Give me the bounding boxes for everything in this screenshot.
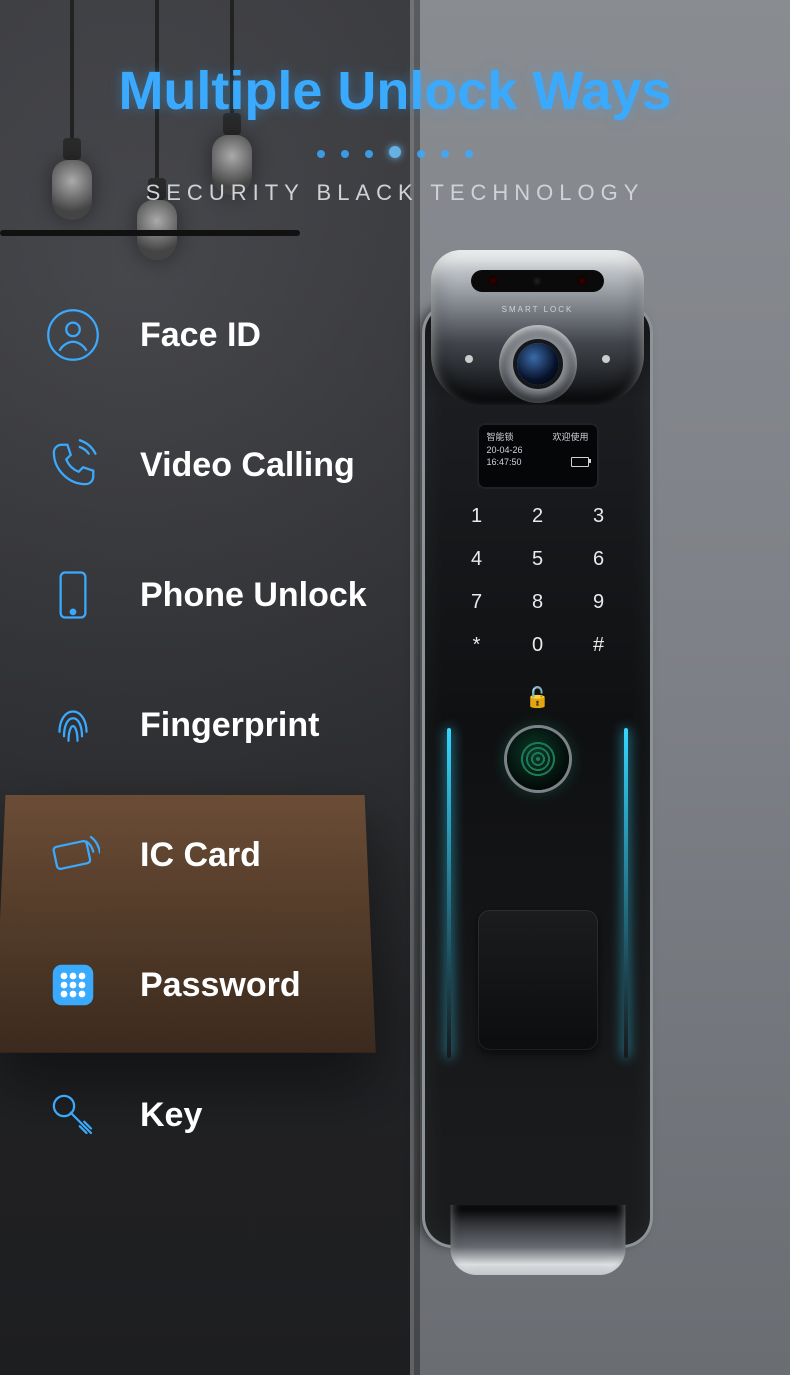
keypad-key[interactable]: 0: [521, 634, 554, 657]
keypad-key[interactable]: #: [582, 634, 615, 657]
face-id-icon: [44, 306, 102, 364]
feature-label: Face ID: [140, 316, 261, 355]
keypad-key[interactable]: 6: [582, 548, 615, 571]
feature-label: Password: [140, 966, 301, 1005]
screen-text: 智能锁: [487, 431, 514, 444]
ir-sensor-bar: [471, 270, 604, 292]
accent-light-right: [624, 728, 628, 1058]
key-icon: [44, 1086, 102, 1144]
keypad-key[interactable]: 2: [521, 505, 554, 528]
divider-dots: [0, 145, 790, 163]
feature-label: Fingerprint: [140, 706, 319, 745]
feature-ic-card: IC Card: [44, 790, 367, 920]
feature-list: Face ID Video Calling Phone Unlock Finge…: [44, 270, 367, 1180]
keypad-grid-icon: [44, 956, 102, 1014]
keypad-key[interactable]: 5: [521, 548, 554, 571]
feature-label: IC Card: [140, 836, 261, 875]
feature-fingerprint: Fingerprint: [44, 660, 367, 790]
camera-lens: [517, 343, 559, 385]
keypad-key[interactable]: 9: [582, 591, 615, 614]
lock-status-icon: 🔓: [525, 685, 550, 710]
feature-label: Video Calling: [140, 446, 355, 485]
push-plate[interactable]: [478, 910, 598, 1050]
feature-phone-unlock: Phone Unlock: [44, 530, 367, 660]
keypad-key[interactable]: 4: [460, 548, 493, 571]
lock-base-chrome: [450, 1205, 625, 1275]
battery-icon: [571, 457, 589, 467]
card-swipe-icon: [44, 826, 102, 884]
phone-call-icon: [44, 436, 102, 494]
keypad-key[interactable]: 7: [460, 591, 493, 614]
lock-display: 智能锁 欢迎使用 20-04-26 16:47:50: [479, 425, 597, 487]
fingerprint-icon: [44, 696, 102, 754]
keypad-key[interactable]: 1: [460, 505, 493, 528]
smart-lock-device: SMART LOCK 智能锁 欢迎使用 20-04-26 16:47:50 1 2…: [425, 250, 650, 1280]
page-subtitle: SECURITY BLACK TECHNOLOGY: [0, 180, 790, 206]
ceiling-bar: [0, 230, 300, 236]
feature-video-calling: Video Calling: [44, 400, 367, 530]
feature-password: Password: [44, 920, 367, 1050]
feature-key: Key: [44, 1050, 367, 1180]
page-title: Multiple Unlock Ways: [0, 60, 790, 122]
screen-time: 16:47:50: [487, 456, 522, 469]
feature-face-id: Face ID: [44, 270, 367, 400]
screen-date: 20-04-26: [487, 444, 523, 457]
fill-light: [602, 355, 610, 363]
screen-text: 欢迎使用: [552, 431, 588, 444]
keypad-key[interactable]: 8: [521, 591, 554, 614]
smartphone-icon: [44, 566, 102, 624]
fill-light: [465, 355, 473, 363]
device-brand-label: SMART LOCK: [431, 305, 644, 314]
keypad-key[interactable]: *: [460, 634, 493, 657]
feature-label: Key: [140, 1096, 202, 1135]
product-infographic: Multiple Unlock Ways SECURITY BLACK TECH…: [0, 0, 790, 1375]
lock-camera-housing: SMART LOCK: [431, 250, 644, 405]
keypad-key[interactable]: 3: [582, 505, 615, 528]
fingerprint-sensor[interactable]: [507, 728, 569, 790]
camera-bezel: [499, 325, 577, 403]
accent-light-left: [447, 728, 451, 1058]
numeric-keypad: 1 2 3 4 5 6 7 8 9 * 0 #: [460, 505, 615, 657]
feature-label: Phone Unlock: [140, 576, 367, 615]
